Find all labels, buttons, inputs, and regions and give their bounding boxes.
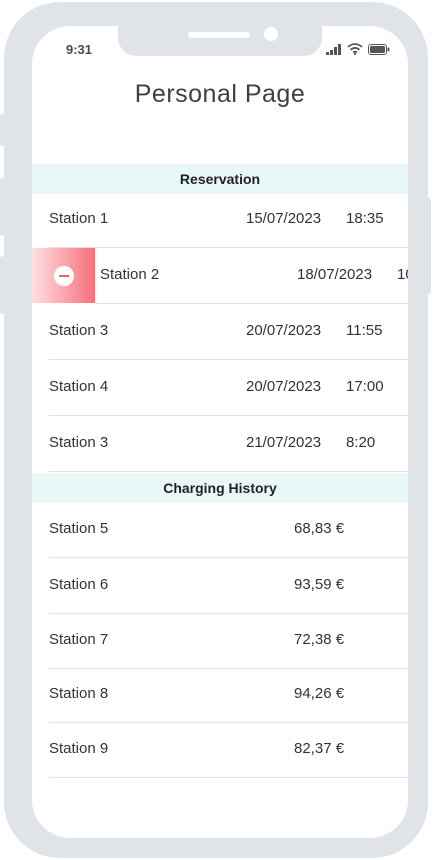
reservation-row-swiped[interactable]: Station 2 18/07/2023 10:15 (32, 248, 408, 304)
wifi-icon (347, 43, 363, 55)
reservation-row[interactable]: Station 4 20/07/2023 17:00 (49, 360, 408, 416)
mute-switch (0, 114, 5, 146)
reservation-section-header: Reservation (32, 164, 408, 194)
volume-down-button (0, 256, 5, 314)
station-name: Station 8 (49, 685, 109, 702)
charging-history-section-header: Charging History (32, 473, 408, 503)
app-screen: 9:31 Personal Page Reservation Station 1… (32, 26, 408, 838)
reservation-row-content[interactable]: Station 2 18/07/2023 10:15 (95, 248, 408, 304)
reservation-row[interactable]: Station 1 15/07/2023 18:35 (49, 192, 408, 248)
station-name: Station 5 (49, 520, 109, 537)
station-name: Station 3 (49, 434, 109, 451)
reservation-date: 15/07/2023 (246, 210, 322, 227)
reservation-date: 20/07/2023 (246, 322, 322, 339)
station-name: Station 9 (49, 740, 109, 757)
status-time: 9:31 (66, 42, 93, 57)
reservation-date: 21/07/2023 (246, 434, 322, 451)
reservation-row[interactable]: Station 3 20/07/2023 11:55 (49, 304, 408, 360)
speaker (188, 32, 250, 38)
charging-history-row[interactable]: Station 7 72,38 € (49, 613, 408, 669)
reservation-date: 20/07/2023 (246, 378, 322, 395)
delete-button[interactable] (32, 248, 95, 303)
reservation-row[interactable]: Station 3 21/07/2023 8:20 (49, 416, 408, 472)
charging-history-row[interactable]: Station 8 94,26 € (49, 667, 408, 723)
reservation-time: 8:20 (346, 434, 376, 451)
station-name: Station 1 (49, 210, 109, 227)
battery-icon (368, 43, 390, 55)
charge-amount: 72,38 € (294, 631, 345, 648)
reservation-time: 18:35 (346, 210, 384, 227)
volume-up-button (0, 178, 5, 236)
camera (264, 27, 278, 41)
charging-history-row[interactable]: Station 5 68,83 € (49, 502, 408, 558)
station-name: Station 4 (49, 378, 109, 395)
station-name: Station 7 (49, 631, 109, 648)
status-icons (326, 43, 390, 55)
power-button (425, 198, 431, 294)
reservation-date: 18/07/2023 (297, 266, 373, 283)
reservation-time: 11:55 (346, 322, 383, 339)
charge-amount: 93,59 € (294, 576, 345, 593)
station-name: Station 3 (49, 322, 109, 339)
phone-frame: 9:31 Personal Page Reservation Station 1… (0, 2, 431, 858)
notch (118, 26, 322, 56)
signal-icon (326, 43, 341, 55)
reservation-time: 17:00 (346, 378, 384, 395)
page-title: Personal Page (134, 80, 306, 108)
charge-amount: 82,37 € (294, 740, 345, 757)
charging-history-row[interactable]: Station 9 82,37 € (49, 722, 408, 778)
charge-amount: 68,83 € (294, 520, 345, 537)
charge-amount: 94,26 € (294, 685, 345, 702)
station-name: Station 6 (49, 576, 109, 593)
station-name: Station 2 (100, 266, 160, 283)
charging-history-row[interactable]: Station 6 93,59 € (49, 558, 408, 614)
minus-circle-icon (53, 265, 74, 286)
reservation-time: 10:15 (397, 266, 408, 283)
